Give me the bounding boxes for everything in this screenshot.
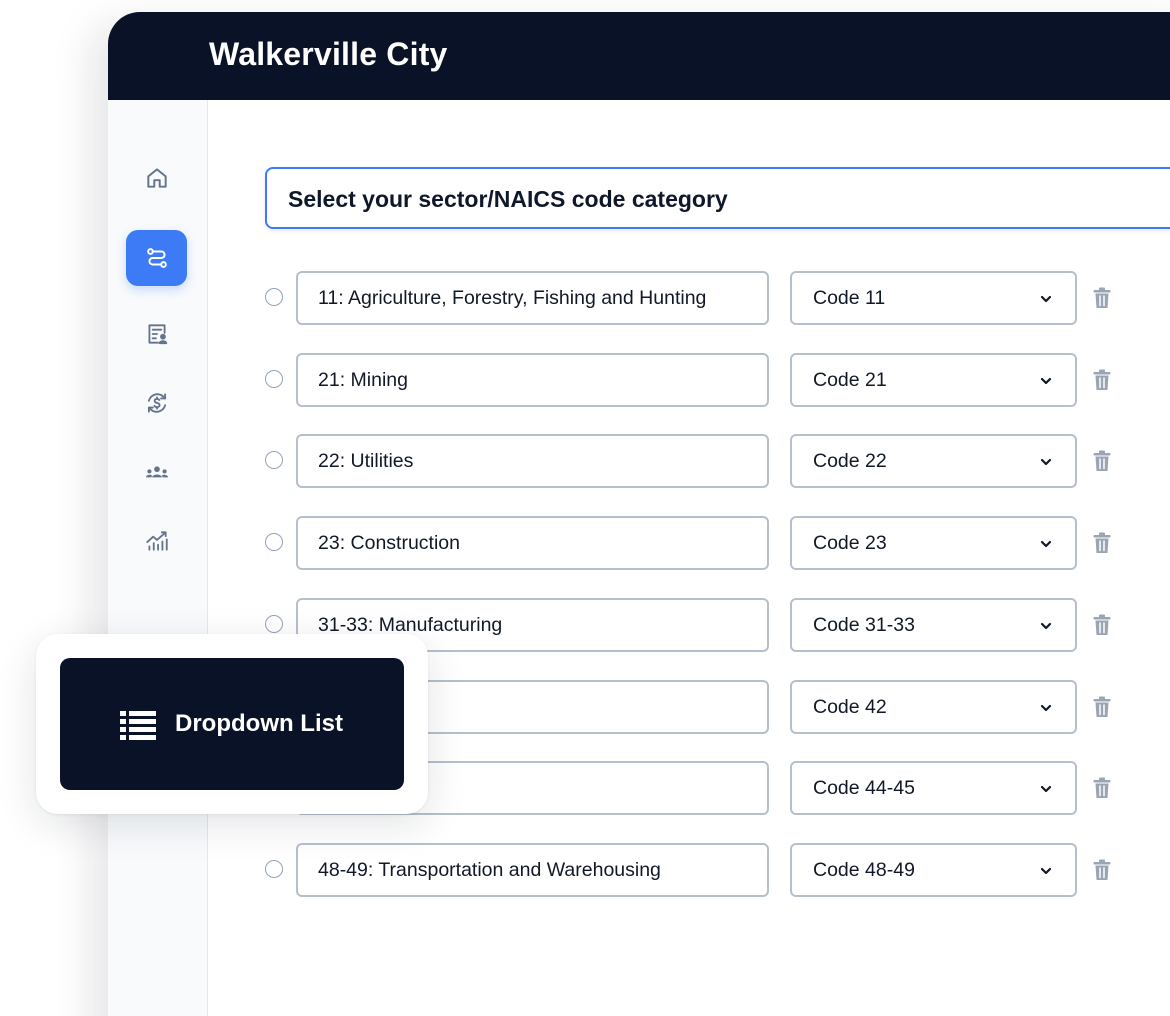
code-dropdown[interactable]: Code 21 (790, 352, 1077, 407)
delete-row-icon[interactable] (1092, 532, 1112, 554)
code-dropdown[interactable]: Code 23 (790, 516, 1077, 571)
delete-row-icon[interactable] (1092, 859, 1112, 881)
code-dropdown[interactable]: Code 48-49 (790, 842, 1077, 897)
sector-category-label: Select your sector/NAICS code category (288, 186, 728, 212)
main-content: Select your sector/NAICS code category 1… (208, 100, 1170, 1016)
title-bar: Walkerville City (108, 12, 1170, 100)
code-row: 23: Construction Code 23 (208, 516, 1170, 571)
analytics-icon (145, 531, 168, 551)
app-window: Walkerville City Select your sector/NAIC… (108, 12, 1170, 1016)
code-dropdown[interactable]: Code 44-45 (790, 761, 1077, 816)
sidebar (108, 100, 208, 1016)
sector-name-field[interactable]: 21: Mining (296, 352, 769, 407)
code-dropdown-value: Code 23 (813, 532, 887, 555)
code-dropdown[interactable]: Code 22 (790, 434, 1077, 489)
list-icon (120, 711, 156, 740)
code-dropdown-value: Code 11 (813, 287, 886, 309)
code-row: 48-49: Transportation and Warehousing Cod… (208, 842, 1170, 898)
sector-category-select[interactable]: Select your sector/NAICS code category (265, 167, 1170, 229)
chevron-down-icon (1040, 867, 1052, 874)
sidebar-item-home[interactable] (126, 150, 187, 206)
delete-row-icon[interactable] (1092, 287, 1112, 309)
code-row: 21: Mining Code 21 (208, 352, 1170, 408)
sector-name-field[interactable]: 22: Utilities (296, 434, 769, 489)
sidebar-item-community[interactable] (126, 445, 187, 501)
chevron-down-icon (1040, 540, 1052, 548)
delete-row-icon[interactable] (1092, 369, 1112, 391)
delete-row-icon[interactable] (1092, 696, 1112, 718)
delete-row-icon[interactable] (1092, 614, 1112, 636)
payments-icon (147, 393, 166, 413)
sidebar-item-forms[interactable] (126, 306, 187, 362)
code-dropdown-value: Code 48-49 (813, 858, 915, 881)
chevron-down-icon (1040, 622, 1052, 629)
app-title: Walkerville City (209, 36, 448, 72)
delete-row-icon[interactable] (1092, 777, 1112, 799)
forms-icon (147, 324, 167, 345)
code-dropdown[interactable]: Code 42 (790, 679, 1077, 734)
dropdown-list-badge: Dropdown List (60, 658, 404, 790)
home-icon (146, 168, 167, 188)
sector-name-field[interactable]: 11: Agriculture, Forestry, Fishing and H… (296, 271, 769, 325)
chevron-down-icon (1040, 295, 1052, 303)
row-radio[interactable] (265, 369, 283, 388)
sidebar-item-analytics[interactable] (126, 513, 187, 569)
sector-name-text: 22: Utilities (318, 450, 414, 473)
code-dropdown-value: Code 42 (813, 695, 887, 718)
row-radio[interactable] (265, 451, 283, 470)
feature-callout: Dropdown List (36, 634, 428, 814)
chevron-down-icon (1040, 459, 1052, 466)
stage: Walkerville City Select your sector/NAIC… (0, 0, 1170, 1016)
chevron-down-icon (1040, 377, 1052, 384)
sector-name-text: 48-49: Transportation and Warehousing (318, 858, 661, 881)
sector-name-field[interactable]: 23: Construction (296, 516, 769, 571)
code-dropdown-value: Code 21 (813, 368, 887, 391)
code-dropdown[interactable]: Code 11 (790, 271, 1077, 325)
community-icon (145, 466, 168, 478)
code-row: 11: Agriculture, Forestry, Fishing and H… (208, 271, 1170, 326)
chevron-down-icon (1040, 786, 1052, 793)
sector-name-text: 23: Construction (318, 532, 460, 555)
sector-name-field[interactable]: 48-49: Transportation and Warehousing (296, 842, 769, 897)
callout-label: Dropdown List (175, 710, 343, 737)
row-radio[interactable] (265, 614, 283, 633)
code-dropdown-value: Code 22 (813, 450, 887, 473)
code-row: 22: Utilities Code 22 (208, 434, 1170, 489)
row-radio[interactable] (265, 288, 283, 306)
code-dropdown-value: Code 44-45 (813, 777, 915, 800)
sector-name-text: 11: Agriculture, Forestry, Fishing and H… (318, 287, 707, 309)
sector-name-text: 21: Mining (318, 368, 408, 391)
chevron-down-icon (1040, 704, 1052, 711)
delete-row-icon[interactable] (1092, 450, 1112, 472)
route-icon (146, 248, 167, 268)
code-dropdown-value: Code 31-33 (813, 613, 915, 636)
sidebar-item-payments[interactable] (126, 375, 187, 431)
row-radio[interactable] (265, 533, 283, 552)
code-dropdown[interactable]: Code 31-33 (790, 597, 1077, 652)
row-radio[interactable] (265, 859, 283, 878)
sidebar-item-route[interactable] (126, 230, 187, 286)
